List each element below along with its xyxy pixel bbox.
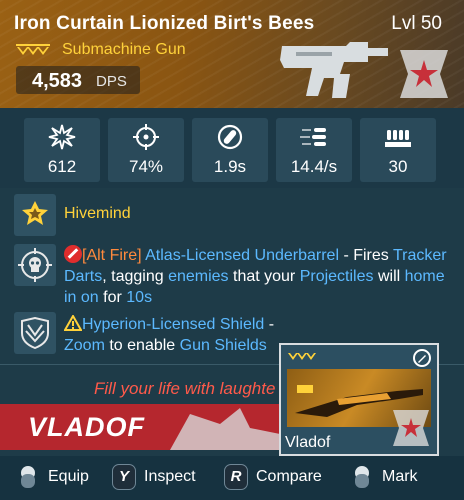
shield-title: Hyperion-Licensed Shield	[82, 316, 265, 333]
keyword-projectiles: Projectiles	[299, 268, 374, 285]
magazine-ammo-icon	[385, 130, 411, 147]
stat-fire-rate: 14.4/s	[276, 118, 352, 182]
perk-text-segment: will	[373, 268, 405, 285]
vladof-star-emblem-icon	[393, 410, 429, 446]
stat-damage-value: 612	[47, 157, 77, 176]
r-key-icon: R	[224, 464, 248, 490]
smg-silhouette-icon	[280, 42, 388, 98]
keyword-duration: 10s	[126, 289, 153, 306]
damage-burst-icon	[48, 124, 76, 150]
inspect-label: Inspect	[144, 468, 196, 485]
equipped-badge-icon	[413, 349, 431, 367]
perk-underbarrel-icon-box	[14, 244, 56, 286]
mark-label: Mark	[382, 468, 418, 485]
no-sign-icon	[64, 245, 82, 263]
underbarrel-title: Atlas-Licensed Underbarrel	[145, 247, 339, 264]
item-level: Lvl 50	[391, 13, 442, 34]
dps-value: 4,583	[32, 70, 83, 92]
perk-text-segment: to enable	[104, 337, 180, 354]
reload-icon	[217, 124, 243, 150]
stat-damage: 612	[24, 118, 100, 182]
stat-accuracy: 74%	[108, 118, 184, 182]
perk-shield-description: Hyperion-Licensed Shield - Zoom to enabl…	[63, 313, 284, 356]
perk-text-segment: - Fires	[339, 247, 393, 264]
stat-magazine-value: 30	[388, 157, 408, 176]
perk-text-segment: -	[264, 316, 275, 333]
keyword-zoom: Zoom	[64, 337, 105, 354]
left-stick-icon	[21, 466, 35, 488]
action-bar: Equip Y Inspect R Compare Mark	[0, 456, 464, 500]
compare-card-label: Vladof	[285, 434, 331, 451]
perk-underbarrel-description: [Alt Fire] Atlas-Licensed Underbarrel - …	[64, 245, 456, 308]
perk-text-segment: that your	[228, 268, 300, 285]
right-stick-icon	[355, 466, 369, 488]
item-header: Iron Curtain Lionized Birt's Bees Lvl 50…	[0, 0, 464, 108]
y-key-icon: Y	[112, 464, 136, 490]
manufacturer-banner: VLADOF	[0, 404, 280, 450]
star-badge-icon	[22, 201, 48, 225]
fire-rate-icon	[300, 128, 326, 146]
flavor-text: Fill your life with laughte	[94, 379, 276, 398]
warning-triangle-icon	[63, 313, 83, 331]
accuracy-crosshair-icon	[133, 124, 159, 150]
shield-crest-icon	[21, 317, 49, 349]
stat-reload-value: 1.9s	[213, 157, 247, 176]
stat-magazine: 30	[360, 118, 436, 182]
skull-target-icon	[18, 248, 52, 282]
stat-reload: 1.9s	[192, 118, 268, 182]
stats-row: 612 74% 1.9s 14.4/s 30	[0, 108, 464, 188]
rarity-chevrons-icon	[288, 353, 316, 360]
alt-fire-tag: [Alt Fire]	[82, 247, 142, 264]
perk-text-segment: , tagging	[102, 268, 169, 285]
item-name: Iron Curtain Lionized Birt's Bees	[14, 13, 315, 34]
perk-hivemind-icon-box	[14, 194, 56, 236]
perk-text-segment: for	[98, 289, 127, 306]
stat-accuracy-value: 74%	[128, 157, 164, 176]
perk-hivemind-label: Hivemind	[64, 205, 131, 222]
equip-label: Equip	[48, 468, 89, 485]
perk-shield-icon-box	[14, 312, 56, 354]
compare-weapon-card[interactable]: Vladof	[279, 343, 439, 456]
keyword-gun-shields: Gun Shields	[179, 337, 267, 354]
manufacturer-name: VLADOF	[28, 412, 145, 442]
rarity-chevrons-icon	[16, 44, 50, 55]
item-type: Submachine Gun	[62, 41, 186, 58]
dps-readout: 4,583 DPS	[16, 66, 140, 94]
stat-fire-rate-value: 14.4/s	[290, 157, 338, 176]
keyword-enemies: enemies	[168, 268, 229, 285]
dps-label: DPS	[96, 73, 127, 90]
vladof-star-emblem-icon	[400, 50, 448, 98]
compare-label: Compare	[256, 468, 322, 485]
eagle-crest-icon	[170, 408, 280, 450]
